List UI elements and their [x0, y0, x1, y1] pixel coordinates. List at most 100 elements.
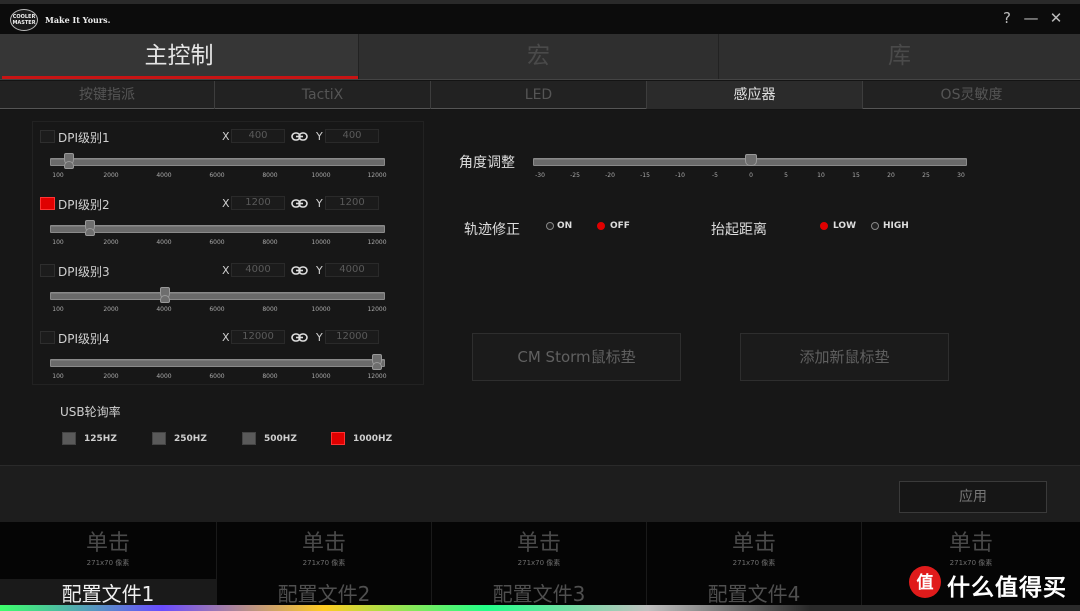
subtab-key-assign[interactable]: 按键指派 [0, 81, 215, 109]
dpi-level-label: DPI级别1 [58, 131, 110, 145]
tab-library[interactable]: 库 [718, 34, 1080, 79]
watermark: 值 什么值得买 [905, 562, 1075, 602]
dpi-x-input[interactable]: 1200 [231, 196, 285, 210]
dpi-x-input[interactable]: 4000 [231, 263, 285, 277]
dpi-tick-label: 2000 [103, 172, 119, 179]
subtab-sensor[interactable]: 感应器 [647, 81, 863, 109]
angle-tick-label: -15 [640, 172, 650, 179]
dpi-y-input[interactable]: 4000 [325, 263, 379, 277]
dpi-slider-track[interactable] [50, 158, 385, 166]
subtab-tactix[interactable]: TactiX [215, 81, 431, 109]
profile-4[interactable]: 单击 271x70 像素 配置文件4 [646, 522, 861, 611]
dpi-slider-track[interactable] [50, 225, 385, 233]
profile-action: 单击 [301, 531, 346, 556]
profile-dims: 271x70 像素 [302, 559, 346, 567]
profile-2[interactable]: 单击 271x70 像素 配置文件2 [216, 522, 431, 611]
dpi-tick-label: 8000 [262, 239, 278, 246]
dpi-slider-thumb-lower[interactable] [85, 228, 95, 236]
dpi-level-checkbox[interactable] [40, 264, 55, 277]
dpi-level-checkbox[interactable] [40, 331, 55, 344]
close-icon[interactable]: ✕ [1046, 9, 1066, 27]
y-label: Y [316, 264, 323, 277]
usb-rate-option[interactable] [242, 432, 256, 445]
dpi-slider-thumb-lower[interactable] [160, 295, 170, 303]
cm-storm-pad-button[interactable]: CM Storm鼠标垫 [472, 333, 681, 381]
apply-button[interactable]: 应用 [899, 481, 1047, 513]
dpi-slider-track[interactable] [50, 292, 385, 300]
dpi-x-input[interactable]: 12000 [231, 330, 285, 344]
usb-rate-option[interactable] [331, 432, 345, 445]
watermark-logo-icon: 值 [909, 566, 941, 598]
lift-distance-high-label: HIGH [883, 221, 909, 231]
dpi-tick-label: 100 [52, 306, 64, 313]
dpi-level-checkbox[interactable] [40, 197, 55, 210]
link-xy-icon[interactable] [291, 332, 308, 343]
profile-1[interactable]: 单击 271x70 像素 配置文件1 [0, 522, 216, 611]
angle-tick-label: -30 [535, 172, 545, 179]
title-bar: COOLER MASTER Make It Yours. ? — ✕ [0, 4, 1080, 34]
dpi-tick-label: 6000 [209, 373, 225, 380]
tab-macro[interactable]: 宏 [358, 34, 718, 79]
dpi-tick-label: 2000 [103, 306, 119, 313]
subtab-os-sensitivity[interactable]: OS灵敏度 [863, 81, 1080, 109]
profile-3[interactable]: 单击 271x70 像素 配置文件3 [431, 522, 646, 611]
dpi-tick-label: 8000 [262, 373, 278, 380]
minimize-icon[interactable]: — [1021, 9, 1041, 27]
add-new-pad-button[interactable]: 添加新鼠标垫 [740, 333, 949, 381]
watermark-text: 什么值得买 [947, 575, 1067, 601]
dpi-slider-thumb-lower[interactable] [372, 362, 382, 370]
dpi-level-label: DPI级别3 [58, 265, 110, 279]
track-correction-off-radio[interactable] [597, 222, 605, 230]
profile-action: 单击 [516, 531, 561, 556]
help-icon[interactable]: ? [997, 9, 1017, 27]
dpi-level-checkbox[interactable] [40, 130, 55, 143]
dpi-tick-label: 100 [52, 373, 64, 380]
dpi-slider-thumb-lower[interactable] [64, 161, 74, 169]
profile-dims: 271x70 像素 [517, 559, 561, 567]
dpi-tick-label: 100 [52, 172, 64, 179]
angle-tick-label: 30 [957, 172, 965, 179]
link-xy-icon[interactable] [291, 131, 308, 142]
dpi-y-input[interactable]: 400 [325, 129, 379, 143]
main-tabs: 主控制 宏 库 [0, 34, 1080, 80]
dpi-tick-label: 12000 [367, 239, 387, 246]
profile-action: 单击 [731, 531, 776, 556]
subtab-led[interactable]: LED [431, 81, 647, 109]
track-correction-off-label: OFF [610, 221, 630, 231]
lift-distance-high-radio[interactable] [871, 222, 879, 230]
link-xy-icon[interactable] [291, 265, 308, 276]
usb-rate-label: 125HZ [84, 434, 117, 444]
cooler-master-logo: COOLER MASTER [10, 9, 38, 31]
usb-rate-option[interactable] [62, 432, 76, 445]
usb-rate-option[interactable] [152, 432, 166, 445]
track-correction-on-radio[interactable] [546, 222, 554, 230]
lift-distance-low-radio[interactable] [820, 222, 828, 230]
dpi-tick-label: 10000 [311, 172, 331, 179]
lift-distance-low-label: LOW [833, 221, 856, 231]
dpi-tick-label: 12000 [367, 306, 387, 313]
tab-main-control[interactable]: 主控制 [0, 34, 358, 79]
rgb-light-strip [0, 605, 1080, 611]
angle-tick-label: 10 [817, 172, 825, 179]
profile-action: 单击 [85, 531, 130, 556]
track-correction-label: 轨迹修正 [464, 222, 520, 238]
dpi-y-input[interactable]: 1200 [325, 196, 379, 210]
track-correction-on-label: ON [557, 221, 573, 231]
dpi-tick-label: 6000 [209, 239, 225, 246]
y-label: Y [316, 331, 323, 344]
x-label: X [222, 130, 230, 143]
slogan: Make It Yours. [45, 15, 111, 25]
angle-tick-label: 25 [922, 172, 930, 179]
dpi-tick-label: 4000 [156, 239, 172, 246]
dpi-tick-label: 6000 [209, 172, 225, 179]
dpi-x-input[interactable]: 400 [231, 129, 285, 143]
angle-slider-thumb[interactable] [745, 154, 757, 166]
svg-text:值: 值 [917, 572, 934, 593]
link-xy-icon[interactable] [291, 198, 308, 209]
lift-distance-label: 抬起距离 [711, 222, 767, 238]
x-label: X [222, 264, 230, 277]
dpi-slider-track[interactable] [50, 359, 385, 367]
dpi-tick-label: 2000 [103, 239, 119, 246]
dpi-y-input[interactable]: 12000 [325, 330, 379, 344]
dpi-tick-label: 4000 [156, 172, 172, 179]
